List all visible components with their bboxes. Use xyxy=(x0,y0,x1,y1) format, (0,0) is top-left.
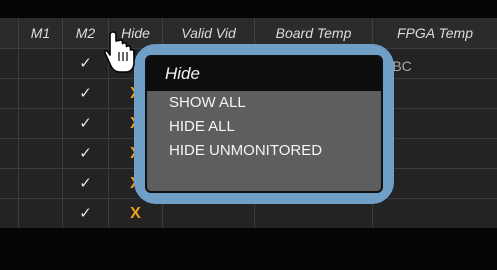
hand-pointer-icon xyxy=(104,31,135,73)
column-header-m1[interactable]: M1 xyxy=(18,18,62,48)
cell-fpga-temp xyxy=(372,199,497,228)
cell-m1 xyxy=(18,49,62,78)
header-leading-cell xyxy=(0,18,18,48)
cell-m2-check: ✓ xyxy=(62,199,108,228)
hide-popup-menu: Hide SHOW ALL HIDE ALL HIDE UNMONITORED xyxy=(145,55,383,193)
app-frame: M1 M2 Hide Valid Vid Board Temp FPGA Tem… xyxy=(0,0,497,270)
cell-m2-check: ✓ xyxy=(62,109,108,138)
popup-title: Hide xyxy=(147,57,381,91)
cell-m2-check: ✓ xyxy=(62,139,108,168)
column-header-fpga-temp[interactable]: FPGA Temp xyxy=(372,18,497,48)
cell-m2-check: ✓ xyxy=(62,169,108,198)
cell-m1 xyxy=(18,199,62,228)
bottom-band xyxy=(0,256,497,270)
cell-m1 xyxy=(18,139,62,168)
cell-m1 xyxy=(18,79,62,108)
cell-m2-check: ✓ xyxy=(62,79,108,108)
menu-item-hide-unmonitored[interactable]: HIDE UNMONITORED xyxy=(147,139,381,163)
cell-m1 xyxy=(18,109,62,138)
column-header-m2[interactable]: M2 xyxy=(62,18,108,48)
menu-item-hide-all[interactable]: HIDE ALL xyxy=(147,115,381,139)
menu-item-show-all[interactable]: SHOW ALL xyxy=(147,91,381,115)
cell-m2-check: ✓ xyxy=(62,49,108,78)
cell-m1 xyxy=(18,169,62,198)
